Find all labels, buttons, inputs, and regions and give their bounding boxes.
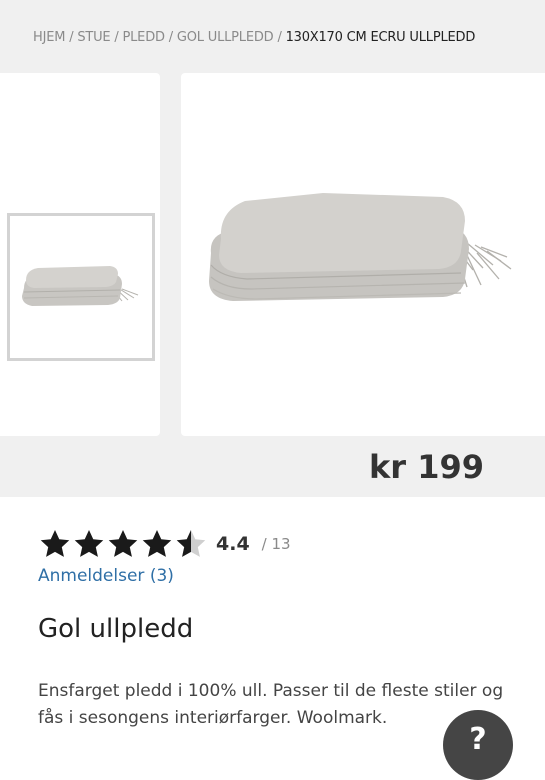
star-full-icon: [142, 530, 172, 557]
thumbnail-strip: [0, 73, 160, 436]
product-title: Gol ullpledd: [38, 614, 194, 644]
breadcrumb-home[interactable]: HJEM: [33, 30, 65, 45]
star-full-icon: [74, 530, 104, 557]
breadcrumb-separator: /: [69, 30, 74, 45]
breadcrumb-stue[interactable]: STUE: [77, 30, 110, 45]
rating: 4.4 / 13: [38, 528, 291, 560]
breadcrumb-separator: /: [168, 30, 173, 45]
star-full-icon: [40, 530, 70, 557]
price: kr 199: [369, 448, 484, 486]
folded-blanket-image: [22, 266, 139, 306]
rating-score: 4.4: [216, 533, 250, 555]
folded-blanket-image: [209, 193, 512, 301]
rating-count: / 13: [261, 535, 291, 553]
star-full-icon: [108, 530, 138, 557]
star-rating[interactable]: [38, 528, 208, 560]
breadcrumb-gol-ullpledd[interactable]: GOL ULLPLEDD: [177, 30, 274, 45]
breadcrumb: HJEM / STUE / PLEDD / GOL ULLPLEDD / 130…: [33, 30, 475, 45]
product-gallery-area: HJEM / STUE / PLEDD / GOL ULLPLEDD / 130…: [0, 0, 545, 497]
reviews-link[interactable]: Anmeldelser (3): [38, 566, 174, 586]
star-half-icon: [176, 530, 206, 557]
thumbnail-selected[interactable]: [7, 213, 155, 361]
help-button[interactable]: ?: [443, 710, 513, 780]
main-product-image[interactable]: [181, 73, 545, 436]
breadcrumb-separator: /: [114, 30, 119, 45]
breadcrumb-separator: /: [277, 30, 282, 45]
breadcrumb-current: 130X170 CM ECRU ULLPLEDD: [285, 30, 476, 45]
breadcrumb-pledd[interactable]: PLEDD: [123, 30, 166, 45]
product-description: Ensfarget pledd i 100% ull. Passer til d…: [38, 681, 504, 728]
